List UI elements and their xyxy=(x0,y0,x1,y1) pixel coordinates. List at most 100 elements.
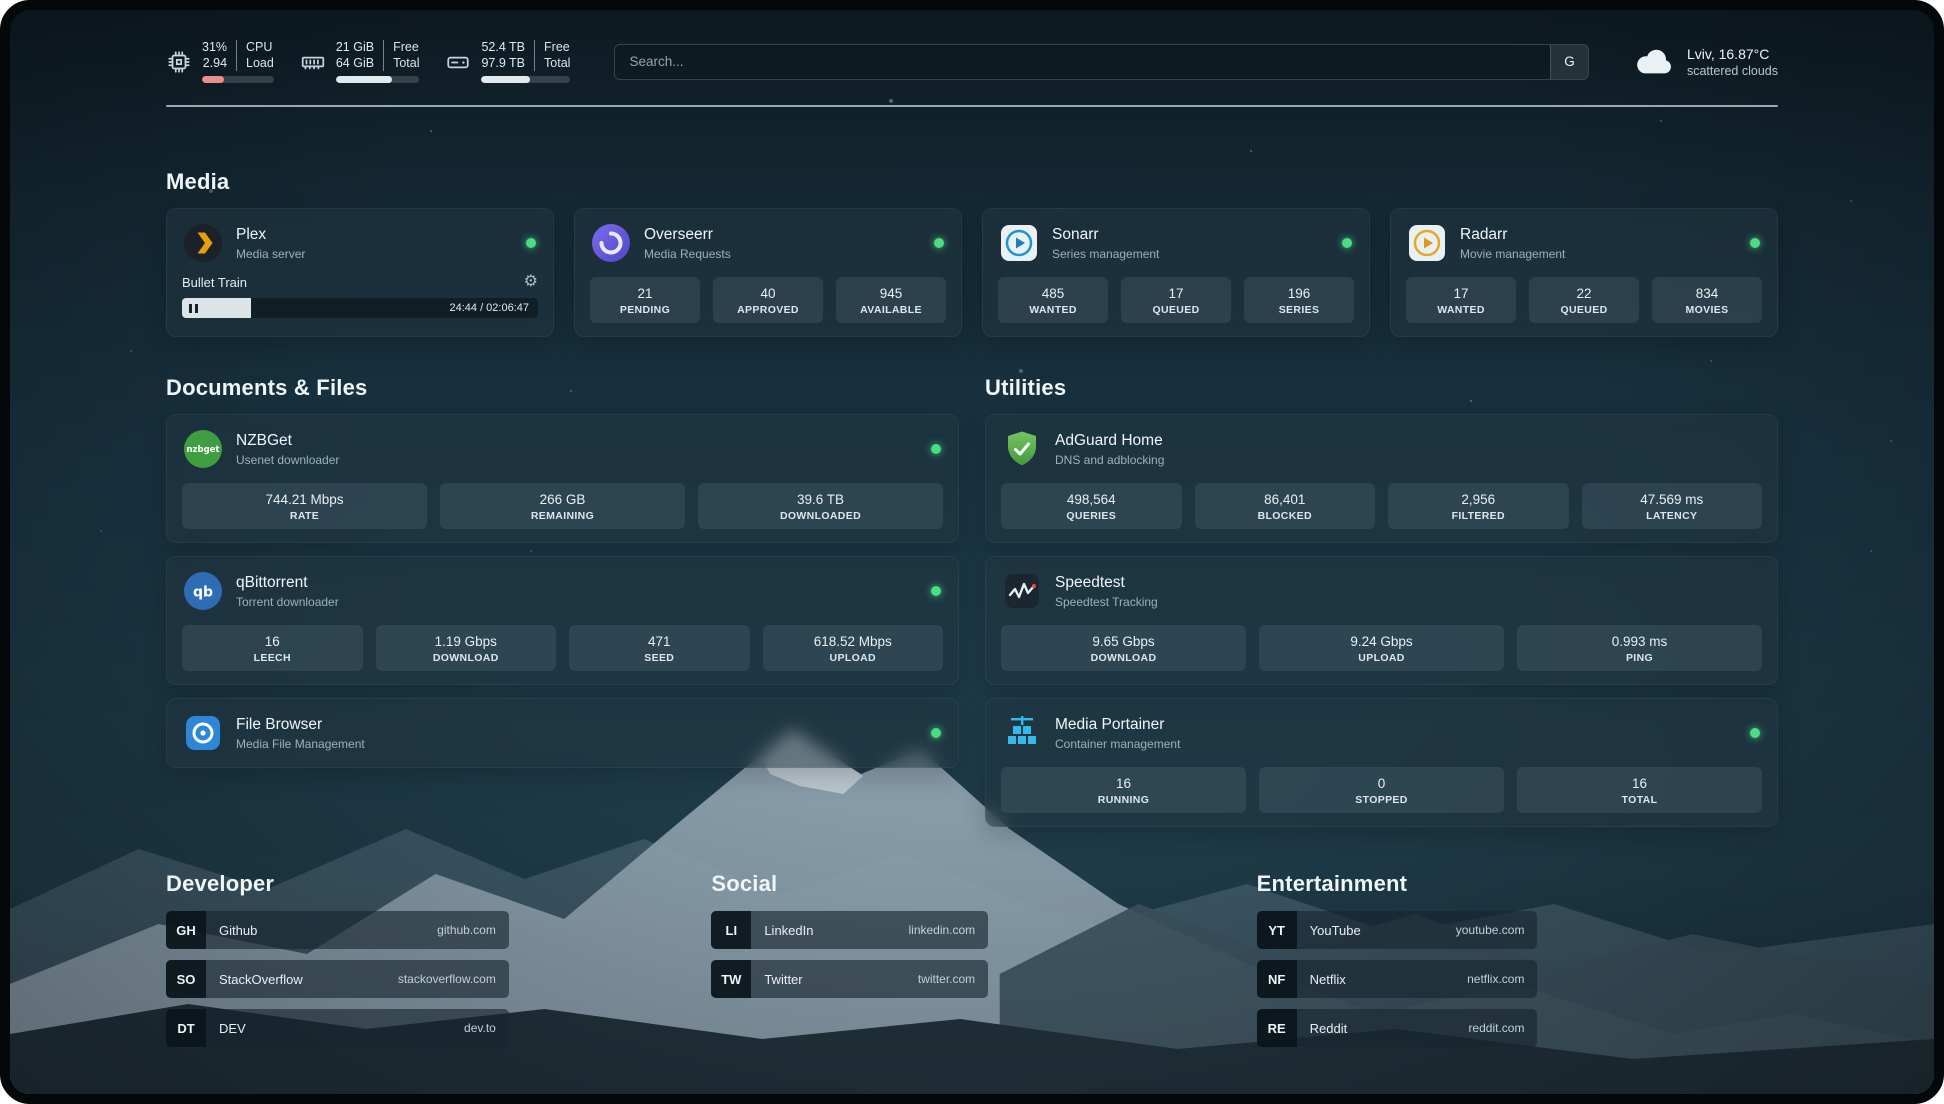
dashboard-screen: 31% 2.94 CPU Load xyxy=(0,0,1944,1104)
app-subtitle: Media server xyxy=(236,247,514,261)
section-heading-utilities: Utilities xyxy=(985,375,1778,401)
app-title: File Browser xyxy=(236,716,919,734)
stat-running: 16 RUNNING xyxy=(1001,767,1246,813)
memory-free-value: 21 GiB xyxy=(336,40,374,56)
stat-queued: 22 QUEUED xyxy=(1529,277,1639,323)
stat-movies: 834 MOVIES xyxy=(1652,277,1762,323)
stat-value: 16 xyxy=(1521,775,1758,792)
stat-label: MOVIES xyxy=(1656,304,1758,316)
bookmark-domain: stackoverflow.com xyxy=(398,972,509,986)
stat-value: 266 GB xyxy=(444,491,681,508)
status-online-dot xyxy=(1750,728,1760,738)
app-subtitle: Media File Management xyxy=(236,737,919,751)
stat-label: DOWNLOAD xyxy=(380,652,553,664)
bookmark-youtube[interactable]: YT YouTube youtube.com xyxy=(1257,911,1538,949)
stat-value: 47.569 ms xyxy=(1586,491,1759,508)
bookmark-name: LinkedIn xyxy=(751,923,813,938)
svg-text:nzbget: nzbget xyxy=(187,445,220,455)
bookmark-linkedin[interactable]: LI LinkedIn linkedin.com xyxy=(711,911,988,949)
system-stats: 31% 2.94 CPU Load xyxy=(166,40,570,83)
status-online-dot xyxy=(931,728,941,738)
bookmark-domain: netflix.com xyxy=(1467,972,1537,986)
app-title: Speedtest xyxy=(1055,574,1762,592)
bookmark-stackoverflow[interactable]: SO StackOverflow stackoverflow.com xyxy=(166,960,509,998)
bookmark-netflix[interactable]: NF Netflix netflix.com xyxy=(1257,960,1538,998)
stat-value: 16 xyxy=(186,633,359,650)
stat-filtered: 2,956 FILTERED xyxy=(1388,483,1569,529)
plex-icon xyxy=(182,222,224,264)
stat-value: 9.65 Gbps xyxy=(1005,633,1242,650)
search-provider-button[interactable]: G xyxy=(1550,45,1588,79)
qbittorrent-card[interactable]: qb qBittorrent Torrent downloader 16 xyxy=(166,556,959,685)
stat-ping: 0.993 ms PING xyxy=(1517,625,1762,671)
settings-gear-icon[interactable]: ⚙ xyxy=(524,274,538,290)
plex-card[interactable]: Plex Media server Bullet Train ⚙ 24:44 /… xyxy=(166,208,554,337)
search-input[interactable] xyxy=(615,54,1550,69)
memory-icon xyxy=(300,49,326,75)
sonarr-card[interactable]: Sonarr Series management 485 WANTED 17 Q… xyxy=(982,208,1370,337)
app-subtitle: Movie management xyxy=(1460,247,1738,261)
bookmark-twitter[interactable]: TW Twitter twitter.com xyxy=(711,960,988,998)
bookmark-abbr: LI xyxy=(711,911,751,949)
app-subtitle: Torrent downloader xyxy=(236,595,919,609)
bookmark-name: StackOverflow xyxy=(206,972,303,987)
radarr-card[interactable]: Radarr Movie management 17 WANTED 22 QUE… xyxy=(1390,208,1778,337)
section-heading-developer: Developer xyxy=(166,871,687,897)
stat-value: 17 xyxy=(1410,285,1512,302)
stat-label: QUEUED xyxy=(1125,304,1227,316)
stat-label: QUEUED xyxy=(1533,304,1635,316)
playback-time: 24:44 / 02:06:47 xyxy=(449,302,529,314)
app-title: Radarr xyxy=(1460,226,1738,244)
disk-icon xyxy=(445,49,471,75)
cpu-usage-label: CPU xyxy=(246,40,272,56)
section-utilities: Utilities xyxy=(985,375,1778,827)
section-media: Media Plex Media server xyxy=(166,169,1778,337)
bookmark-abbr: RE xyxy=(1257,1009,1297,1047)
memory-progress-fill xyxy=(336,76,392,83)
stat-label: APPROVED xyxy=(717,304,819,316)
radarr-icon xyxy=(1406,222,1448,264)
stat-available: 945 AVAILABLE xyxy=(836,277,946,323)
stat-label: QUERIES xyxy=(1005,510,1178,522)
stat-label: SERIES xyxy=(1248,304,1350,316)
svg-text:qb: qb xyxy=(193,585,213,601)
stat-label: DOWNLOADED xyxy=(702,510,939,522)
bookmark-reddit[interactable]: RE Reddit reddit.com xyxy=(1257,1009,1538,1047)
stat-label: WANTED xyxy=(1410,304,1512,316)
memory-progress-track xyxy=(336,76,420,83)
stat-value: 0 xyxy=(1263,775,1500,792)
speedtest-card[interactable]: Speedtest Speedtest Tracking 9.65 Gbps D… xyxy=(985,556,1778,685)
stat-value: 2,956 xyxy=(1392,491,1565,508)
filebrowser-card[interactable]: File Browser Media File Management xyxy=(166,698,959,768)
portainer-card[interactable]: Media Portainer Container management 16 … xyxy=(985,698,1778,827)
speedtest-icon xyxy=(1001,570,1043,612)
qbittorrent-icon: qb xyxy=(182,570,224,612)
bookmark-github[interactable]: GH Github github.com xyxy=(166,911,509,949)
adguard-card[interactable]: AdGuard Home DNS and adblocking 498,564 … xyxy=(985,414,1778,543)
stat-wanted: 17 WANTED xyxy=(1406,277,1516,323)
pause-icon[interactable] xyxy=(189,304,198,313)
bookmark-dev[interactable]: DT DEV dev.to xyxy=(166,1009,509,1047)
weather-widget: Lviv, 16.87°C scattered clouds xyxy=(1633,46,1778,78)
app-subtitle: DNS and adblocking xyxy=(1055,453,1762,467)
stat-leech: 16 LEECH xyxy=(182,625,363,671)
playback-progress-bar[interactable]: 24:44 / 02:06:47 xyxy=(182,298,538,318)
bookmark-abbr: YT xyxy=(1257,911,1297,949)
stat-label: WANTED xyxy=(1002,304,1104,316)
overseerr-card[interactable]: Overseerr Media Requests 21 PENDING 40 A… xyxy=(574,208,962,337)
disk-total-label: Total xyxy=(544,56,570,72)
status-online-dot xyxy=(931,586,941,596)
stat-value: 945 xyxy=(840,285,942,302)
cpu-progress-track xyxy=(202,76,274,83)
nzbget-card[interactable]: nzbget NZBGet Usenet downloader 744.21 M… xyxy=(166,414,959,543)
bookmark-domain: github.com xyxy=(437,923,509,937)
nzbget-icon: nzbget xyxy=(182,428,224,470)
section-heading-social: Social xyxy=(711,871,1232,897)
stat-label: TOTAL xyxy=(1521,794,1758,806)
bookmark-abbr: SO xyxy=(166,960,206,998)
stat-download: 9.65 Gbps DOWNLOAD xyxy=(1001,625,1246,671)
app-subtitle: Speedtest Tracking xyxy=(1055,595,1762,609)
disk-free-label: Free xyxy=(544,40,570,56)
section-documents: Documents & Files nzbget NZBGet Usenet d… xyxy=(166,375,959,827)
stat-label: AVAILABLE xyxy=(840,304,942,316)
